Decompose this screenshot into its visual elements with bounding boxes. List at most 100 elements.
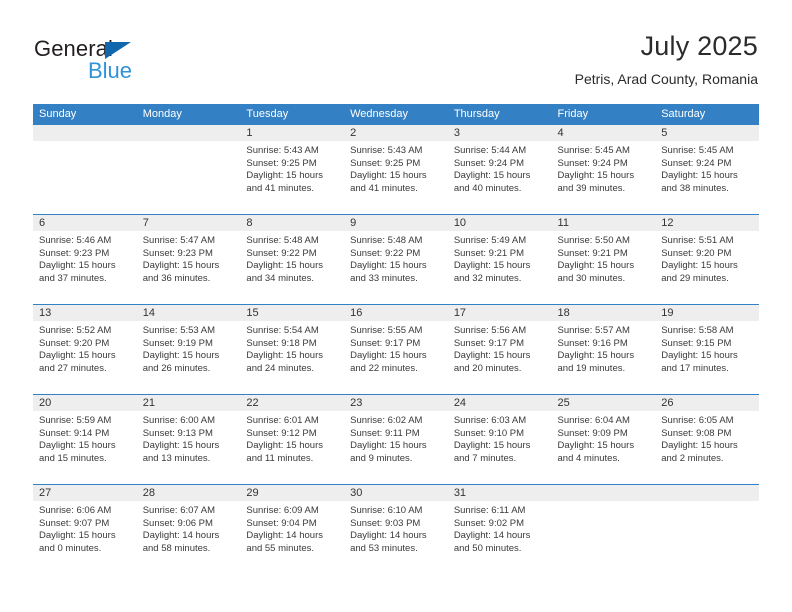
daylight-line-2: and 29 minutes. — [661, 272, 729, 284]
day-cell[interactable]: 21 Sunrise: 6:00 AM Sunset: 9:13 PM Dayl… — [136, 395, 241, 484]
weekday-header-monday: Monday — [142, 108, 182, 120]
day-cell[interactable]: 11 Sunrise: 5:50 AM Sunset: 9:21 PM Dayl… — [551, 215, 656, 304]
day-cell[interactable]: 22 Sunrise: 6:01 AM Sunset: 9:12 PM Dayl… — [240, 395, 345, 484]
daylight-line-2: and 36 minutes. — [142, 272, 211, 284]
daylight-line-1: Daylight: 14 hours — [142, 530, 220, 542]
day-number-band: 25 — [551, 395, 656, 411]
sunrise-line: Sunrise: 6:05 AM — [661, 415, 734, 426]
day-details — [552, 501, 656, 505]
day-number-band: 3 — [447, 125, 552, 141]
page-subtitle: Petris, Arad County, Romania — [574, 71, 758, 87]
sunset-line: Sunset: 9:11 PM — [350, 427, 420, 439]
daylight-line-1: Daylight: 15 hours — [453, 170, 531, 182]
day-number-band: 31 — [447, 485, 552, 501]
day-number-band: 12 — [655, 215, 759, 231]
daylight-line-2: and 37 minutes. — [39, 272, 107, 284]
day-cell[interactable] — [655, 485, 759, 574]
daylight-line-1: Daylight: 15 hours — [557, 440, 635, 452]
day-cell[interactable]: 19 Sunrise: 5:58 AM Sunset: 9:15 PM Dayl… — [655, 305, 759, 394]
day-number-band: 8 — [240, 215, 345, 231]
day-number-band: 17 — [447, 305, 552, 321]
day-number-band: 15 — [240, 305, 345, 321]
sunrise-line: Sunrise: 6:00 AM — [142, 415, 216, 426]
sunset-line: Sunset: 9:12 PM — [246, 427, 317, 439]
sunrise-line: Sunrise: 5:45 AM — [661, 145, 734, 156]
daylight-line-1: Daylight: 15 hours — [246, 350, 323, 362]
sunrise-line: Sunrise: 6:01 AM — [246, 415, 319, 426]
daylight-line-1: Daylight: 15 hours — [350, 440, 427, 452]
day-details: Sunrise: 6:09 AM Sunset: 9:04 PM Dayligh… — [240, 501, 344, 555]
daylight-line-2: and 41 minutes. — [350, 182, 418, 194]
week-row: 6 Sunrise: 5:46 AM Sunset: 9:23 PM Dayli… — [33, 214, 759, 304]
day-cell[interactable]: 4 Sunrise: 5:45 AM Sunset: 9:24 PM Dayli… — [551, 125, 656, 214]
day-cell[interactable]: 20 Sunrise: 5:59 AM Sunset: 9:14 PM Dayl… — [33, 395, 137, 484]
day-number: 15 — [246, 307, 259, 319]
sunset-line: Sunset: 9:14 PM — [39, 427, 110, 439]
day-cell[interactable]: 2 Sunrise: 5:43 AM Sunset: 9:25 PM Dayli… — [344, 125, 448, 214]
daylight-line-1: Daylight: 15 hours — [453, 440, 531, 452]
sunset-line: Sunset: 9:23 PM — [39, 247, 110, 259]
day-number: 12 — [661, 217, 674, 229]
day-cell[interactable]: 28 Sunrise: 6:07 AM Sunset: 9:06 PM Dayl… — [136, 485, 241, 574]
daylight-line-2: and 32 minutes. — [453, 272, 522, 284]
day-cell[interactable] — [33, 125, 137, 214]
day-details: Sunrise: 5:48 AM Sunset: 9:22 PM Dayligh… — [240, 231, 344, 285]
day-cell[interactable]: 24 Sunrise: 6:03 AM Sunset: 9:10 PM Dayl… — [447, 395, 552, 484]
daylight-line-2: and 50 minutes. — [453, 542, 522, 554]
day-cell[interactable]: 7 Sunrise: 5:47 AM Sunset: 9:23 PM Dayli… — [136, 215, 241, 304]
day-number: 3 — [453, 127, 460, 139]
sunrise-line: Sunrise: 5:59 AM — [39, 415, 112, 426]
sunset-line: Sunset: 9:20 PM — [39, 337, 110, 349]
day-cell[interactable]: 15 Sunrise: 5:54 AM Sunset: 9:18 PM Dayl… — [240, 305, 345, 394]
day-cell[interactable]: 3 Sunrise: 5:44 AM Sunset: 9:24 PM Dayli… — [447, 125, 552, 214]
day-cell[interactable]: 18 Sunrise: 5:57 AM Sunset: 9:16 PM Dayl… — [551, 305, 656, 394]
day-number: 6 — [39, 217, 46, 229]
day-cell[interactable]: 5 Sunrise: 5:45 AM Sunset: 9:24 PM Dayli… — [655, 125, 759, 214]
day-cell[interactable]: 16 Sunrise: 5:55 AM Sunset: 9:17 PM Dayl… — [344, 305, 448, 394]
day-cell[interactable]: 31 Sunrise: 6:11 AM Sunset: 9:02 PM Dayl… — [447, 485, 552, 574]
generalblue-logo[interactable]: General Blue — [34, 36, 234, 88]
sunrise-line: Sunrise: 6:04 AM — [557, 415, 630, 426]
day-details: Sunrise: 6:05 AM Sunset: 9:08 PM Dayligh… — [655, 411, 759, 465]
day-cell[interactable]: 23 Sunrise: 6:02 AM Sunset: 9:11 PM Dayl… — [344, 395, 448, 484]
day-cell[interactable]: 1 Sunrise: 5:43 AM Sunset: 9:25 PM Dayli… — [240, 125, 345, 214]
day-number-band: 14 — [136, 305, 241, 321]
daylight-line-2: and 58 minutes. — [142, 542, 211, 554]
day-cell[interactable]: 12 Sunrise: 5:51 AM Sunset: 9:20 PM Dayl… — [655, 215, 759, 304]
day-number: 18 — [557, 307, 570, 319]
day-number: 25 — [557, 397, 570, 409]
day-cell[interactable]: 30 Sunrise: 6:10 AM Sunset: 9:03 PM Dayl… — [344, 485, 448, 574]
sunset-line: Sunset: 9:10 PM — [453, 427, 525, 439]
day-details: Sunrise: 5:50 AM Sunset: 9:21 PM Dayligh… — [552, 231, 656, 285]
day-number: 19 — [661, 307, 674, 319]
daylight-line-1: Daylight: 15 hours — [453, 260, 531, 272]
daylight-line-1: Daylight: 14 hours — [453, 530, 531, 542]
day-number: 26 — [661, 397, 674, 409]
day-cell[interactable]: 26 Sunrise: 6:05 AM Sunset: 9:08 PM Dayl… — [655, 395, 759, 484]
day-cell[interactable]: 8 Sunrise: 5:48 AM Sunset: 9:22 PM Dayli… — [240, 215, 345, 304]
daylight-line-2: and 4 minutes. — [557, 452, 620, 464]
day-cell[interactable]: 13 Sunrise: 5:52 AM Sunset: 9:20 PM Dayl… — [33, 305, 137, 394]
day-cell[interactable]: 10 Sunrise: 5:49 AM Sunset: 9:21 PM Dayl… — [447, 215, 552, 304]
day-details: Sunrise: 5:53 AM Sunset: 9:19 PM Dayligh… — [137, 321, 241, 375]
daylight-line-1: Daylight: 15 hours — [246, 260, 323, 272]
day-cell[interactable]: 17 Sunrise: 5:56 AM Sunset: 9:17 PM Dayl… — [447, 305, 552, 394]
sunrise-line: Sunrise: 5:50 AM — [557, 235, 630, 246]
sunrise-line: Sunrise: 5:44 AM — [453, 145, 527, 156]
sunrise-line: Sunrise: 6:09 AM — [246, 505, 319, 516]
week-row: 27 Sunrise: 6:06 AM Sunset: 9:07 PM Dayl… — [33, 484, 759, 574]
day-number: 21 — [142, 397, 155, 409]
day-cell[interactable]: 25 Sunrise: 6:04 AM Sunset: 9:09 PM Dayl… — [551, 395, 656, 484]
daylight-line-2: and 7 minutes. — [453, 452, 517, 464]
day-cell[interactable]: 27 Sunrise: 6:06 AM Sunset: 9:07 PM Dayl… — [33, 485, 137, 574]
day-number-band: 29 — [240, 485, 345, 501]
day-cell[interactable] — [136, 125, 241, 214]
day-cell[interactable]: 6 Sunrise: 5:46 AM Sunset: 9:23 PM Dayli… — [33, 215, 137, 304]
daylight-line-1: Daylight: 15 hours — [557, 260, 635, 272]
day-cell[interactable]: 9 Sunrise: 5:48 AM Sunset: 9:22 PM Dayli… — [344, 215, 448, 304]
day-number: 28 — [142, 487, 155, 499]
sunset-line: Sunset: 9:04 PM — [246, 517, 317, 529]
day-cell[interactable]: 14 Sunrise: 5:53 AM Sunset: 9:19 PM Dayl… — [136, 305, 241, 394]
day-cell[interactable] — [551, 485, 656, 574]
day-cell[interactable]: 29 Sunrise: 6:09 AM Sunset: 9:04 PM Dayl… — [240, 485, 345, 574]
